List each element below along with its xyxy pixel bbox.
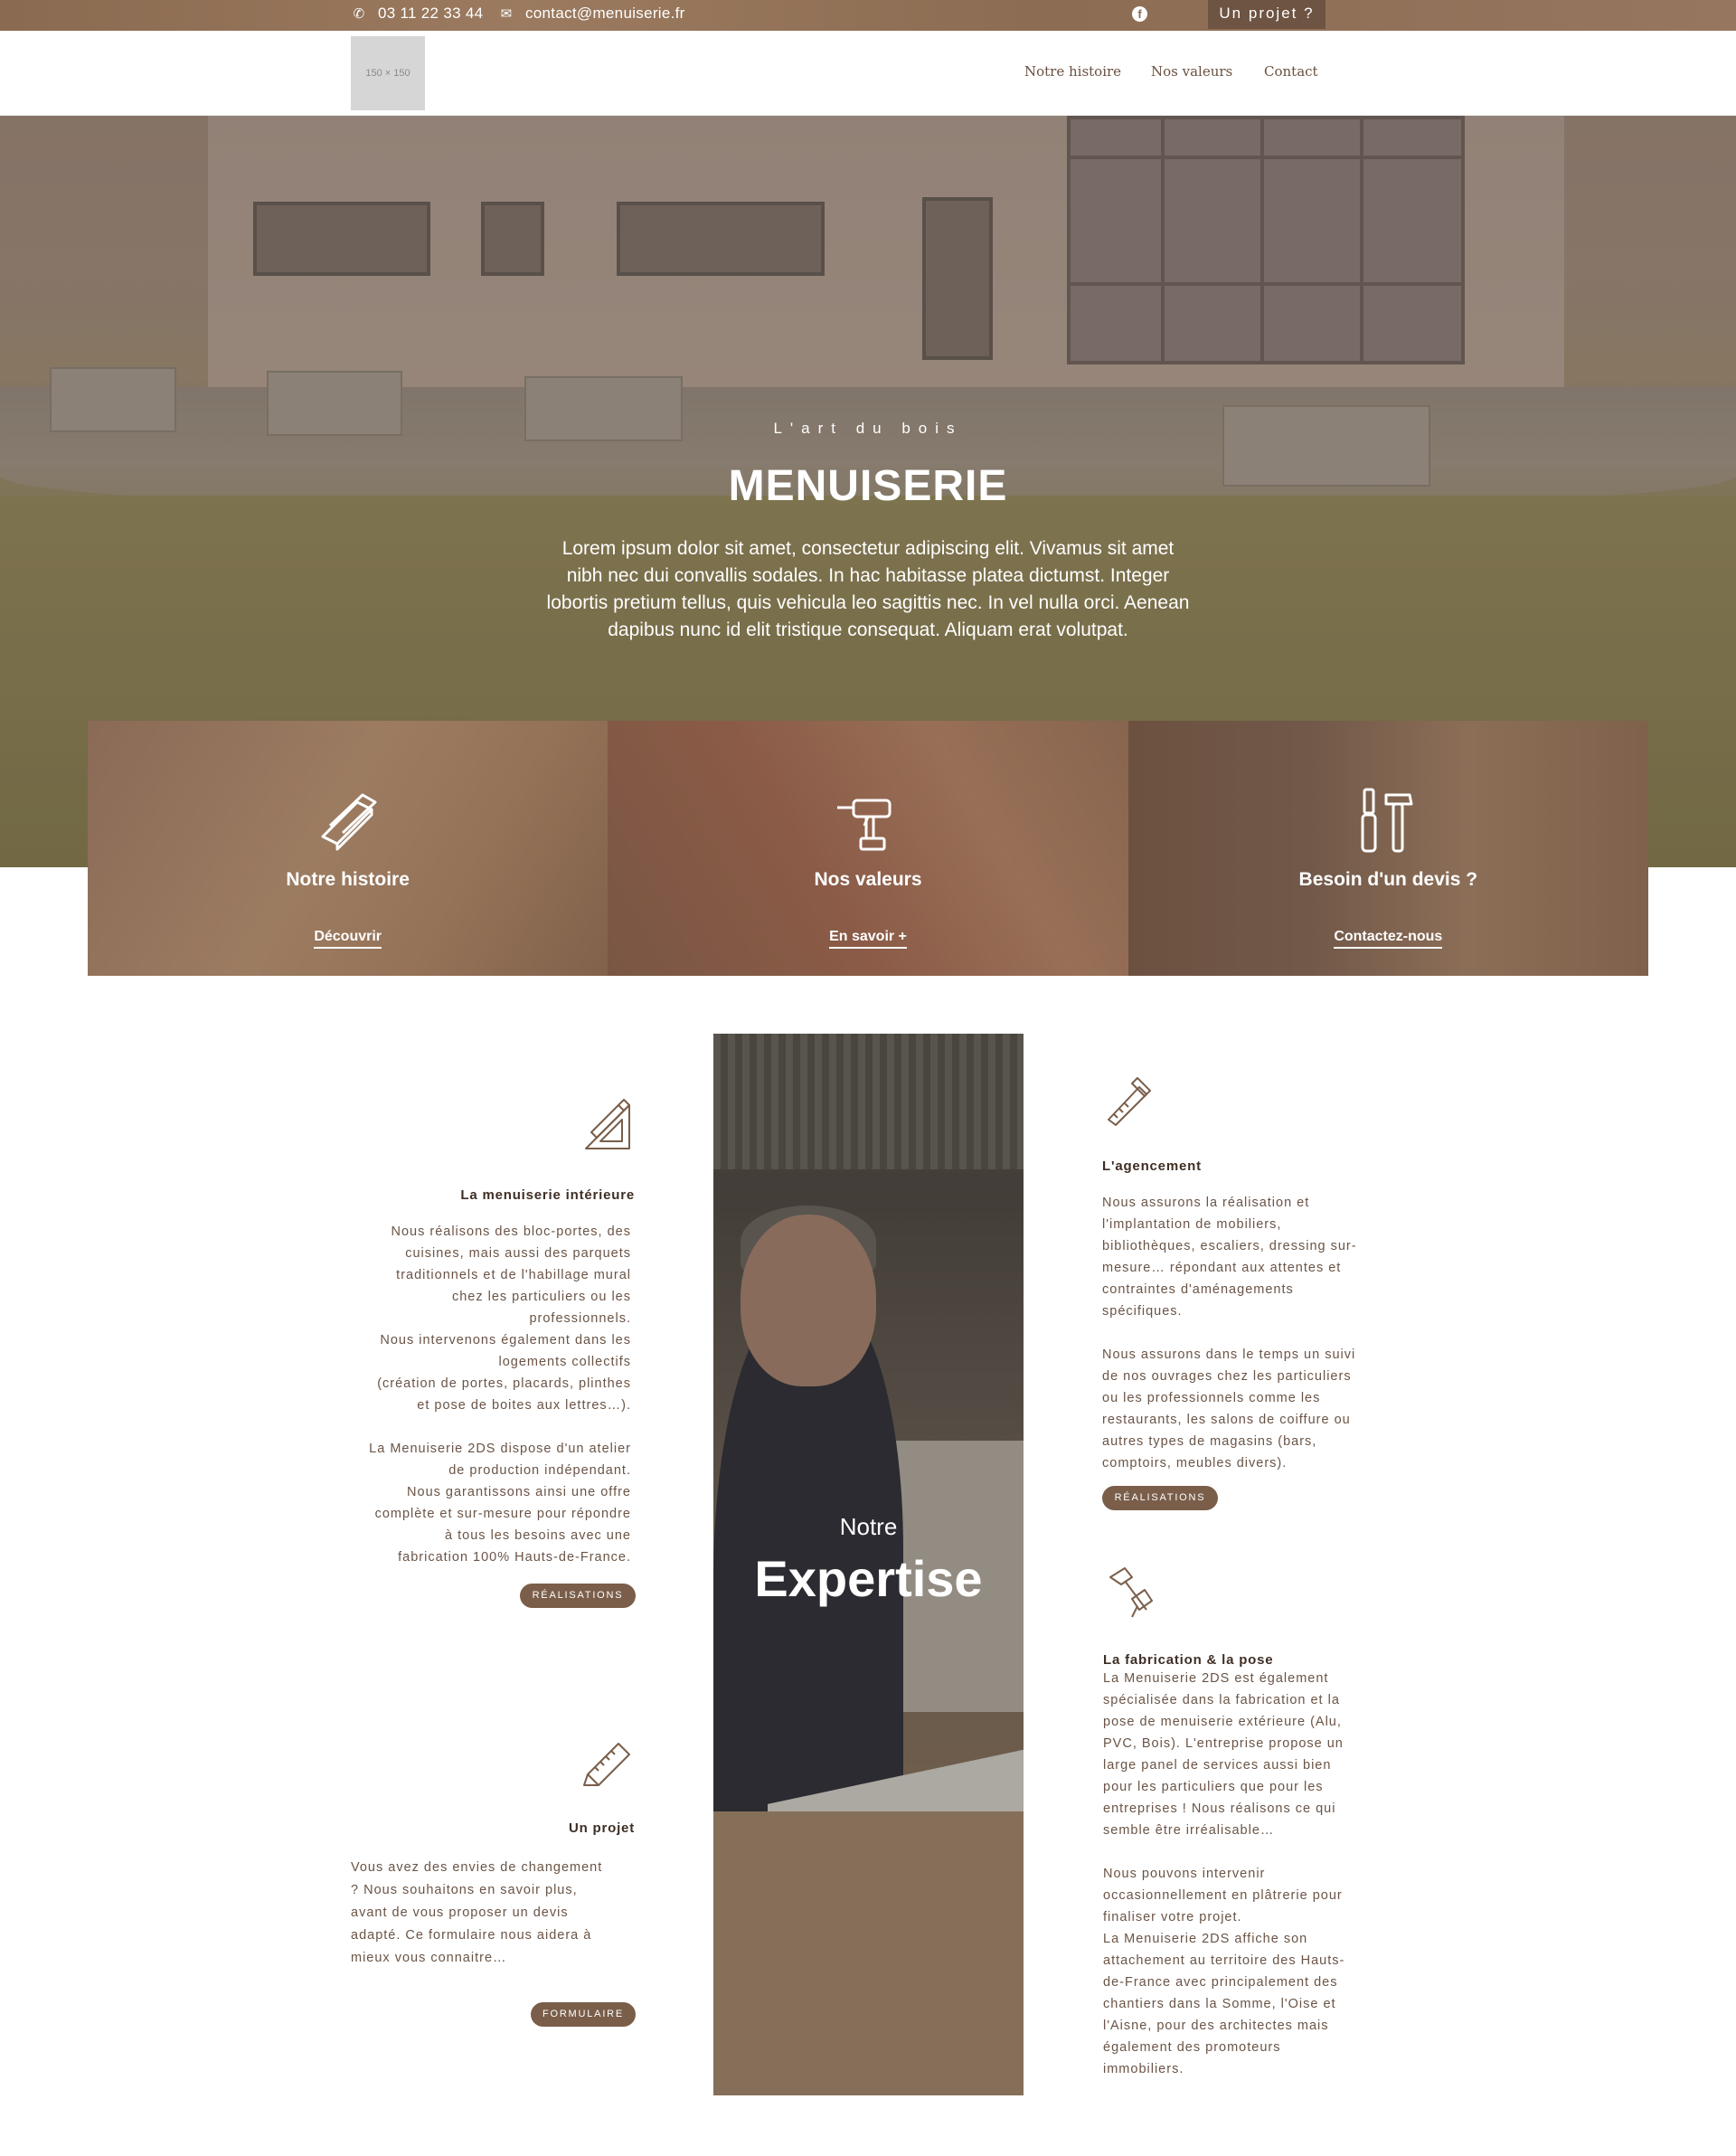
- fabrication-title: La fabrication & la pose: [1103, 1652, 1274, 1668]
- saw-icon: [1108, 1077, 1151, 1126]
- phone-icon: ✆: [353, 6, 365, 22]
- facebook-icon[interactable]: f: [1132, 6, 1147, 22]
- feature-cards: Notre histoire Découvrir Nos valeurs En …: [88, 721, 1648, 976]
- photo-title: Expertise: [754, 1550, 983, 1607]
- drill-icon: [836, 799, 892, 851]
- expertise-photo: Notre Expertise: [713, 1034, 1024, 2095]
- top-bar: ✆ 03 11 22 33 44 ✉ contact@menuiserie.fr f…: [0, 0, 1736, 31]
- phone-link[interactable]: ✆ 03 11 22 33 44: [351, 0, 484, 31]
- card-link[interactable]: Contactez-nous: [1128, 929, 1648, 949]
- card-title: Nos valeurs: [814, 869, 922, 890]
- project-title: Un projet: [568, 1820, 635, 1836]
- email-link[interactable]: ✉ contact@menuiserie.fr: [498, 0, 685, 31]
- nav-item-valeurs[interactable]: Nos valeurs: [1151, 63, 1232, 80]
- layout-title: L'agencement: [1102, 1158, 1202, 1174]
- interior-title: La menuiserie intérieure: [460, 1187, 635, 1203]
- envelope-icon: ✉: [500, 6, 513, 22]
- layout-text: Nous assurons la réalisation et l'implan…: [1102, 1196, 1357, 1470]
- hero-subtitle: L'art du bois: [773, 420, 963, 437]
- nav-item-contact[interactable]: Contact: [1264, 63, 1318, 80]
- wood-planks-icon: [321, 793, 377, 851]
- interior-realisations-button[interactable]: RÉALISATIONS: [520, 1584, 636, 1608]
- card-title: Notre histoire: [286, 869, 410, 890]
- card-link[interactable]: En savoir +: [608, 929, 1127, 949]
- hammer-icon: [1109, 1567, 1153, 1618]
- logo-placeholder[interactable]: 150 × 150: [351, 36, 425, 110]
- layout-realisations-button[interactable]: RÉALISATIONS: [1102, 1486, 1218, 1510]
- card-histoire[interactable]: Notre histoire Découvrir: [88, 721, 609, 976]
- project-text: Vous avez des envies de changement ? Nou…: [351, 1860, 603, 1965]
- form-button[interactable]: FORMULAIRE: [531, 2002, 636, 2027]
- site-header: 150 × 150 Notre histoire Nos valeurs Con…: [0, 31, 1736, 116]
- tape-measure-icon: [583, 1743, 630, 1786]
- fabrication-text: La Menuiserie 2DS est également spéciali…: [1103, 1671, 1345, 2076]
- card-valeurs[interactable]: Nos valeurs En savoir +: [608, 721, 1128, 976]
- project-button[interactable]: Un projet ?: [1208, 0, 1326, 29]
- interior-text: Nous réalisons des bloc-portes, des cuis…: [369, 1225, 631, 1565]
- card-title: Besoin d'un devis ?: [1298, 869, 1478, 890]
- hero-title: MENUISERIE: [728, 462, 1008, 510]
- nav-item-histoire[interactable]: Notre histoire: [1024, 63, 1121, 80]
- hero-text: Lorem ipsum dolor sit amet, consectetur …: [546, 538, 1190, 640]
- card-link[interactable]: Découvrir: [88, 929, 608, 949]
- photo-subtitle: Notre: [839, 1513, 898, 1540]
- tools-icon: [1361, 788, 1413, 853]
- ruler-pencil-icon: [585, 1099, 630, 1149]
- card-devis[interactable]: Besoin d'un devis ? Contactez-nous: [1127, 721, 1648, 976]
